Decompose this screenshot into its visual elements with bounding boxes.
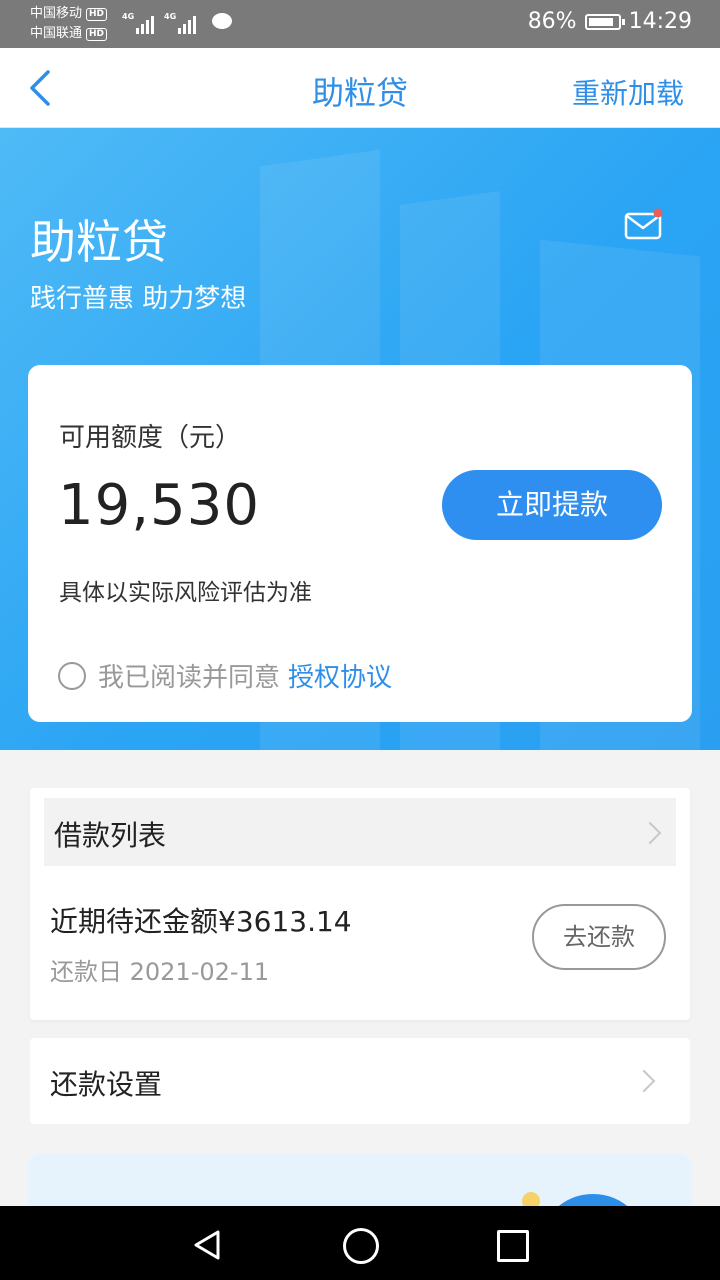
due-date: 还款日 2021-02-11 xyxy=(50,958,270,986)
system-recents-icon[interactable] xyxy=(497,1230,529,1262)
message-icon xyxy=(212,13,232,29)
carrier-info: 中国移动 HD 中国联通 HD xyxy=(30,4,108,44)
carrier-1: 中国移动 xyxy=(30,6,83,21)
battery-icon xyxy=(584,13,625,30)
agree-text: 我已阅读并同意 xyxy=(98,663,281,693)
hero-title: 助粒贷 xyxy=(30,215,168,269)
credit-amount: 19,530 xyxy=(58,473,260,538)
system-home-icon[interactable] xyxy=(343,1228,379,1264)
promo-banner[interactable] xyxy=(28,1154,692,1214)
risk-note: 具体以实际风险评估为准 xyxy=(59,580,312,606)
carrier-2: 中国联通 xyxy=(30,26,83,41)
signal-icons: 4G 4G xyxy=(122,12,196,34)
network-type: 4G xyxy=(164,12,177,21)
signal-icon: 4G xyxy=(164,12,196,34)
loan-list-title: 借款列表 xyxy=(54,819,167,852)
withdraw-button[interactable]: 立即提款 xyxy=(442,470,662,540)
due-amount: 近期待还金额¥3613.14 xyxy=(50,905,352,938)
clock: 14:29 xyxy=(628,9,692,34)
credit-label: 可用额度（元） xyxy=(59,423,242,453)
battery-percent: 86% xyxy=(527,9,577,34)
loan-list-card: 借款列表 近期待还金额¥3613.14 还款日 2021-02-11 去还款 xyxy=(30,788,690,1020)
hero-subtitle: 践行普惠 助力梦想 xyxy=(30,284,247,314)
notification-dot xyxy=(653,208,663,218)
chevron-right-icon xyxy=(638,821,662,845)
repay-settings-label: 还款设置 xyxy=(50,1068,163,1101)
reload-button[interactable]: 重新加载 xyxy=(572,72,684,112)
repay-button[interactable]: 去还款 xyxy=(532,904,666,970)
signal-icon: 4G xyxy=(122,12,154,34)
system-back-icon[interactable] xyxy=(190,1228,224,1262)
system-nav-bar xyxy=(0,1206,720,1280)
network-type: 4G xyxy=(122,12,135,21)
agreement-link[interactable]: 授权协议 xyxy=(288,657,392,694)
message-button[interactable] xyxy=(624,208,664,240)
hd-badge: HD xyxy=(86,27,108,41)
envelope-icon xyxy=(624,208,663,240)
agree-radio[interactable] xyxy=(58,661,86,690)
repay-settings-row[interactable]: 还款设置 xyxy=(30,1038,690,1124)
chevron-right-icon xyxy=(632,1069,656,1093)
nav-bar: 助粒贷 重新加载 xyxy=(0,48,720,128)
hd-badge: HD xyxy=(86,7,108,21)
status-bar: 中国移动 HD 中国联通 HD 4G 4G 86% 14:29 xyxy=(0,0,720,48)
credit-card: 可用额度（元） 19,530 立即提款 具体以实际风险评估为准 我已阅读并同意 … xyxy=(28,365,692,722)
battery-fill xyxy=(588,17,613,26)
agreement-row: 我已阅读并同意 授权协议 xyxy=(58,657,392,694)
loan-list-header[interactable]: 借款列表 xyxy=(44,798,676,866)
